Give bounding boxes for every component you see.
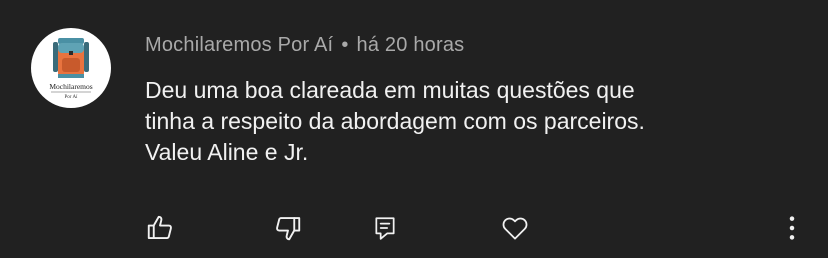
comment-text: Deu uma boa clareada em muitas questões … — [145, 75, 805, 168]
more-vertical-icon — [789, 216, 795, 240]
thumbs-up-icon — [147, 215, 172, 239]
timestamp[interactable]: há 20 horas — [357, 34, 465, 56]
thumbs-down-icon — [276, 217, 301, 241]
dislike-button[interactable] — [272, 212, 304, 244]
comment-line: tinha a respeito da abordagem com os par… — [145, 108, 645, 134]
comment-line: Deu uma boa clareada em muitas questões … — [145, 77, 635, 103]
heart-button[interactable] — [499, 212, 531, 244]
comment-meta: Mochilaremos Por Aí • há 20 horas — [145, 34, 464, 57]
reply-icon — [375, 217, 395, 240]
backpack-logo-icon: Mochilaremos Por Aí — [49, 38, 93, 100]
avatar-logo-text: Mochilaremos — [49, 82, 92, 91]
meta-separator: • — [341, 34, 349, 56]
author-name[interactable]: Mochilaremos Por Aí — [145, 34, 333, 56]
avatar-logo-subtext: Por Aí — [65, 95, 79, 100]
comment-item: Mochilaremos Por Aí Mochilaremos Por Aí •… — [0, 0, 828, 258]
reply-button[interactable] — [369, 212, 401, 244]
more-options-button[interactable] — [776, 212, 808, 244]
comment-line: Valeu Aline e Jr. — [145, 139, 309, 165]
like-button[interactable] — [144, 212, 176, 244]
heart-icon — [502, 217, 528, 240]
avatar[interactable]: Mochilaremos Por Aí — [31, 28, 111, 108]
